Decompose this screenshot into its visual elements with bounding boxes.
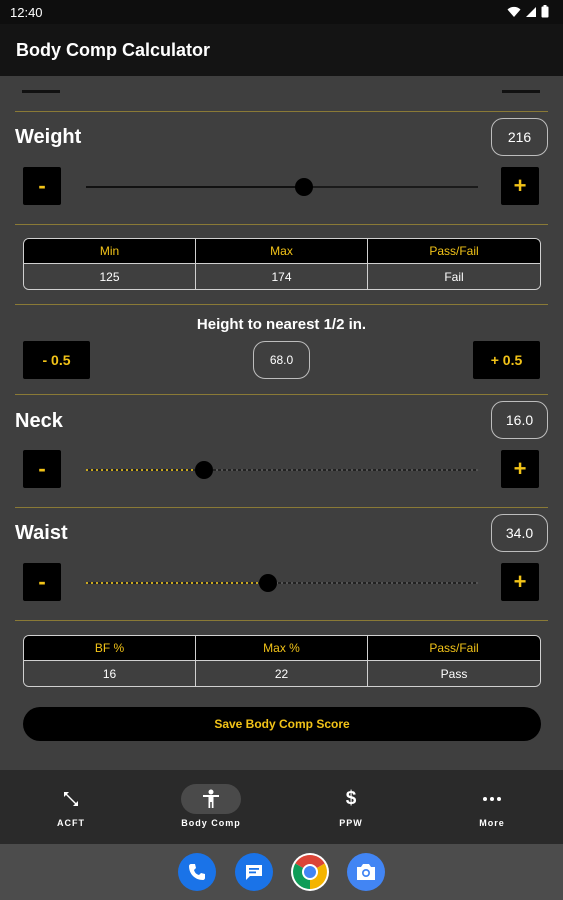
neck-plus-button[interactable]: + (501, 450, 539, 488)
more-dots-icon (483, 797, 501, 801)
divider (15, 111, 548, 112)
expand-arrows-icon (64, 792, 78, 806)
main-content[interactable]: Weight 216 - + Min Max Pass/Fail 125 174… (0, 76, 563, 770)
weight-minus-button[interactable]: - (23, 167, 61, 205)
neck-slider[interactable] (86, 461, 478, 479)
system-dock (0, 844, 563, 900)
status-icons (507, 5, 549, 18)
weight-value-box[interactable]: 216 (491, 118, 548, 156)
waist-label: Waist (15, 522, 68, 544)
chrome-icon[interactable] (291, 853, 329, 891)
table-header-bf-percent: BF % (24, 636, 196, 660)
app-bar: Body Comp Calculator (0, 24, 563, 76)
neck-slider-fill (86, 469, 204, 471)
divider (15, 507, 548, 508)
waist-value-box[interactable]: 34.0 (491, 514, 548, 552)
table-cell-max-percent: 22 (196, 660, 368, 686)
weight-plus-button[interactable]: + (501, 167, 539, 205)
table-header-pass-fail: Pass/Fail (368, 239, 540, 263)
neck-minus-button[interactable]: - (23, 450, 61, 488)
wifi-icon (507, 6, 521, 17)
height-title: Height to nearest 1/2 in. (196, 316, 367, 333)
table-header-max: Max (196, 239, 368, 263)
table-header-min: Min (24, 239, 196, 263)
bottom-navigation: ACFT Body Comp $ PPW More (0, 770, 563, 844)
table-cell-min: 125 (24, 263, 196, 289)
divider (15, 620, 548, 621)
nav-label: Body Comp (181, 818, 241, 828)
table-cell-pass-fail: Fail (368, 263, 540, 289)
nav-label: More (479, 818, 505, 828)
nav-pill: $ (321, 784, 381, 814)
nav-label: ACFT (57, 818, 85, 828)
status-bar: 12:40 (0, 0, 563, 24)
signal-icon (526, 6, 536, 17)
waist-plus-button[interactable]: + (501, 563, 539, 601)
save-body-comp-button[interactable]: Save Body Comp Score (23, 707, 541, 741)
height-minus-half-button[interactable]: - 0.5 (23, 341, 90, 379)
waist-slider-fill (86, 582, 269, 584)
nav-item-more[interactable]: More (442, 784, 542, 834)
table-header-max-percent: Max % (196, 636, 368, 660)
weight-slider[interactable] (86, 178, 478, 196)
waist-slider-thumb[interactable] (259, 574, 278, 592)
camera-icon[interactable] (347, 853, 385, 891)
height-value-box[interactable]: 68.0 (253, 341, 310, 379)
divider (15, 394, 548, 395)
app-title: Body Comp Calculator (16, 40, 211, 60)
table-cell-max: 174 (196, 263, 368, 289)
weight-slider-fill (86, 186, 304, 188)
height-plus-half-button[interactable]: + 0.5 (473, 341, 540, 379)
weight-slider-thumb[interactable] (294, 178, 313, 196)
scrolled-stub-right (502, 88, 540, 93)
nav-pill-active (181, 784, 241, 814)
table-cell-bf-percent: 16 (24, 660, 196, 686)
nav-label: PPW (339, 818, 363, 828)
person-icon (203, 789, 219, 808)
status-time: 12:40 (10, 5, 43, 20)
nav-item-ppw[interactable]: $ PPW (301, 784, 401, 834)
nav-pill (41, 784, 101, 814)
waist-minus-button[interactable]: - (23, 563, 61, 601)
neck-label: Neck (15, 410, 63, 432)
dollar-icon: $ (345, 788, 357, 809)
divider (15, 304, 548, 305)
body-fat-table: BF % Max % Pass/Fail 16 22 Pass (23, 635, 541, 687)
phone-icon[interactable] (178, 853, 216, 891)
table-cell-pass-fail: Pass (368, 660, 540, 686)
nav-pill (462, 784, 522, 814)
nav-item-acft[interactable]: ACFT (21, 784, 121, 834)
battery-icon (541, 5, 549, 18)
neck-slider-thumb[interactable] (194, 461, 213, 479)
scrolled-stub-left (22, 88, 60, 93)
waist-slider[interactable] (86, 574, 478, 592)
neck-value-box[interactable]: 16.0 (491, 401, 548, 439)
nav-item-body-comp[interactable]: Body Comp (161, 784, 261, 834)
weight-standards-table: Min Max Pass/Fail 125 174 Fail (23, 238, 541, 290)
messages-icon[interactable] (235, 853, 273, 891)
table-header-pass-fail: Pass/Fail (368, 636, 540, 660)
weight-label: Weight (15, 126, 82, 148)
divider (15, 224, 548, 225)
